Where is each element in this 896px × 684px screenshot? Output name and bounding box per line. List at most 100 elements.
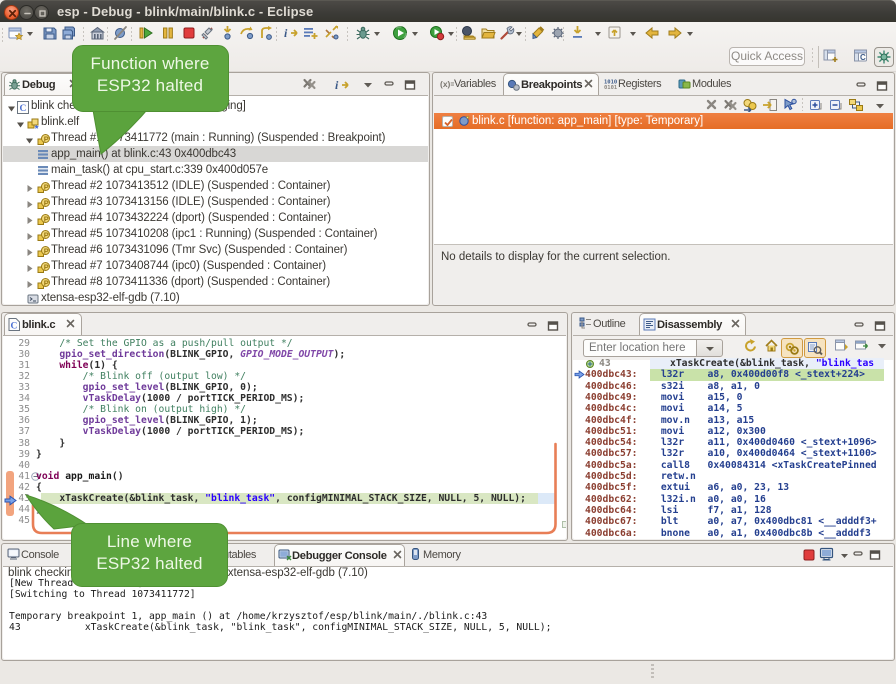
- run-icon[interactable]: [392, 24, 409, 44]
- view-menu-icon[interactable]: [362, 77, 378, 91]
- tab-registers[interactable]: 10100101Registers: [601, 73, 673, 95]
- profile-icon[interactable]: [429, 24, 446, 44]
- maximize-icon[interactable]: [404, 77, 420, 91]
- minimize-icon[interactable]: [852, 547, 868, 561]
- refresh-icon[interactable]: [743, 338, 759, 352]
- instruction-stepping-icon[interactable]: i: [283, 24, 300, 44]
- disassembly-line[interactable]: 400dbc6a: bnone a0, a1, 0x400dbc8b <__ad…: [573, 528, 893, 539]
- show-source-icon[interactable]: [804, 338, 826, 358]
- tree-item[interactable]: PThread #6 1073431096 (Tmr Svc) (Suspend…: [3, 242, 428, 258]
- tree-item[interactable]: PThread #5 1073410208 (ipc1 : Running) (…: [3, 226, 428, 242]
- disassembly-line[interactable]: 400dbc67: blt a0, a7, 0x400dbc81 <__addd…: [573, 516, 893, 527]
- minimize-icon[interactable]: [526, 318, 539, 329]
- terminate-icon[interactable]: [801, 547, 817, 561]
- step-into-icon[interactable]: [220, 24, 237, 44]
- remove-all-icon[interactable]: [302, 77, 318, 91]
- mark-occurrences-icon[interactable]: [530, 24, 547, 44]
- remove-all-icon[interactable]: [723, 98, 739, 112]
- cpp-perspective-icon[interactable]: C: [852, 47, 872, 67]
- open-perspective-icon[interactable]: [822, 47, 842, 67]
- tree-item[interactable]: app_main() at blink.c:43 0x400dbc43: [3, 146, 428, 162]
- disconnect-icon[interactable]: [200, 24, 217, 44]
- resize-grip[interactable]: [651, 664, 654, 680]
- step-filters-icon[interactable]: [324, 24, 341, 44]
- maximize-icon[interactable]: [869, 547, 885, 561]
- dropdown-arrow-icon[interactable]: [374, 32, 380, 36]
- save-icon[interactable]: [42, 24, 59, 44]
- save-all-icon[interactable]: [61, 24, 78, 44]
- window-maximize-button[interactable]: [34, 5, 49, 20]
- dropdown-arrow-icon[interactable]: [630, 32, 636, 36]
- tab-modules[interactable]: Modules: [675, 73, 743, 95]
- resume-icon[interactable]: [138, 24, 155, 44]
- tab-blink-c[interactable]: C blink.c: [4, 313, 82, 335]
- forward-icon[interactable]: [667, 24, 684, 44]
- disassembly-line[interactable]: 400dbc4c: movi a14, 5: [573, 403, 893, 414]
- tree-item[interactable]: PThread #8 1073411336 (dport) (Suspended…: [3, 274, 428, 290]
- tree-item[interactable]: main_task() at cpu_start.c:339 0x400d057…: [3, 162, 428, 178]
- close-icon[interactable]: [731, 319, 741, 329]
- sync-active-debug-icon[interactable]: [781, 338, 803, 358]
- disassembly-line[interactable]: 400dbc5f: extui a6, a0, 23, 13: [573, 482, 893, 493]
- skip-breakpoints-icon[interactable]: [113, 24, 130, 44]
- disassembly-line[interactable]: 400dbc5d: retw.n: [573, 471, 893, 482]
- window-close-button[interactable]: [4, 5, 19, 20]
- goto-file-icon[interactable]: [762, 98, 778, 112]
- window-minimize-button[interactable]: [19, 5, 34, 20]
- minimize-icon[interactable]: [855, 78, 868, 89]
- tree-item[interactable]: PThread #7 1073408744 (ipc0) (Suspended …: [3, 258, 428, 274]
- tab-variables[interactable]: (x)=Variables: [437, 73, 503, 95]
- step-over-icon[interactable]: [239, 24, 256, 44]
- skip-all-icon[interactable]: [782, 98, 798, 112]
- quick-access-box[interactable]: Quick Access: [729, 47, 805, 66]
- instruction-stepping-icon[interactable]: i: [334, 77, 350, 91]
- tree-item[interactable]: PThread #2 1073413512 (IDLE) (Suspended …: [3, 178, 428, 194]
- disassembly-line[interactable]: 400dbc46: s32i a8, a1, 0: [573, 381, 893, 392]
- dropdown-arrow-icon[interactable]: [687, 32, 693, 36]
- dropdown-arrow-icon[interactable]: [516, 32, 522, 36]
- pin-editor-icon[interactable]: [550, 24, 567, 44]
- disassembly-line[interactable]: 400dbc51: movi a12, 0x300: [573, 426, 893, 437]
- tree-item[interactable]: PThread #4 1073432224 (dport) (Suspended…: [3, 210, 428, 226]
- new-wizard-icon[interactable]: [8, 24, 25, 44]
- disassembly-line[interactable]: 400dbc57: l32r a10, 0x400d0464 <_stext+1…: [573, 448, 893, 459]
- expand-all-icon[interactable]: [808, 98, 824, 112]
- debug-icon[interactable]: [355, 24, 372, 44]
- console-pin-icon[interactable]: [303, 24, 320, 44]
- maximize-icon[interactable]: [547, 318, 560, 329]
- tab-breakpoints[interactable]: Breakpoints: [503, 73, 599, 95]
- dropdown-arrow-icon[interactable]: [412, 32, 418, 36]
- location-dropdown-button[interactable]: [696, 339, 723, 357]
- tab-disassembly[interactable]: Disassembly: [639, 313, 746, 335]
- open-folder-icon[interactable]: [480, 24, 497, 44]
- close-icon[interactable]: [66, 319, 76, 329]
- tree-item[interactable]: blink.elf: [3, 114, 428, 130]
- remove-icon[interactable]: [705, 98, 721, 112]
- tree-item[interactable]: PThread #3 1073413156 (IDLE) (Suspended …: [3, 194, 428, 210]
- maximize-icon[interactable]: [876, 78, 889, 89]
- minimize-icon[interactable]: [853, 318, 866, 329]
- close-icon[interactable]: [584, 79, 594, 89]
- dropdown-arrow-icon[interactable]: [27, 32, 33, 36]
- disassembly-line[interactable]: 400dbc43: l32r a8, 0x400d00f8 <_stext+22…: [573, 369, 893, 380]
- show-supported-icon[interactable]: [742, 98, 758, 112]
- group-by-icon[interactable]: [848, 98, 864, 112]
- view-menu-icon[interactable]: [874, 98, 890, 112]
- tab-outline[interactable]: Outline: [576, 313, 639, 335]
- breakpoint-checkbox[interactable]: [442, 116, 453, 127]
- disassembly-line[interactable]: 400dbc62: l32i.n a0, a0, 16: [573, 494, 893, 505]
- build-icon[interactable]: [90, 24, 107, 44]
- display-console-icon[interactable]: [819, 547, 835, 561]
- disassembly-line[interactable]: 400dbc54: l32r a11, 0x400d0460 <_stext+1…: [573, 437, 893, 448]
- debug-perspective-icon[interactable]: [874, 47, 894, 67]
- open-element-icon[interactable]: [461, 24, 478, 44]
- disassembly-line[interactable]: 400dbc5a: call8 0x40084314 <xTaskCreateP…: [573, 460, 893, 471]
- step-return-icon[interactable]: [258, 24, 275, 44]
- view-menu-icon[interactable]: [876, 338, 892, 352]
- open-new-icon[interactable]: [854, 338, 870, 352]
- back-icon[interactable]: [644, 24, 661, 44]
- code-editor[interactable]: 29 /* Set the GPIO as a push/pull output…: [3, 335, 566, 539]
- external-tools-icon[interactable]: [499, 24, 516, 44]
- disassembly-line[interactable]: 400dbc4f: mov.n a13, a15: [573, 415, 893, 426]
- go-into-icon[interactable]: [607, 24, 624, 44]
